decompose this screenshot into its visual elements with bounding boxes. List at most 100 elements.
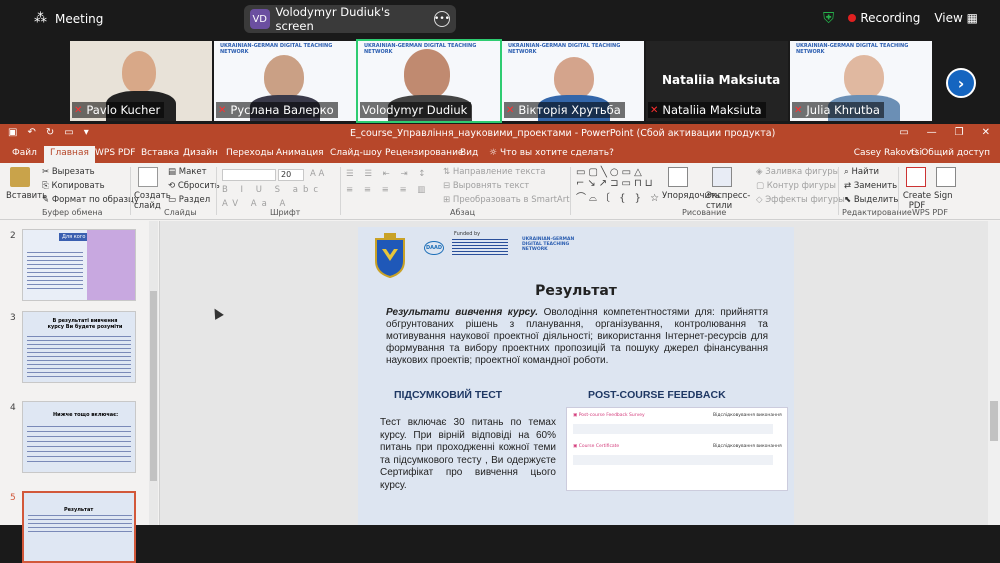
paragraph-group-label: Абзац: [450, 208, 476, 217]
next-page-button[interactable]: ›: [946, 68, 976, 98]
text-direction-button[interactable]: ⇅ Направление текста: [443, 167, 545, 177]
recording-indicator[interactable]: Recording: [848, 11, 920, 25]
tab-insert[interactable]: Вставка: [141, 148, 179, 158]
certificate-link: Course Certificate: [578, 444, 620, 449]
new-slide-icon[interactable]: [138, 167, 158, 187]
shape-fill-button[interactable]: ◈ Заливка фигуры: [756, 167, 839, 177]
font-size-input[interactable]: 20: [278, 169, 304, 181]
view-button[interactable]: View ▦: [934, 11, 978, 25]
slide-scrollbar[interactable]: [988, 221, 1000, 525]
align-text-button[interactable]: ⊟ Выровнять текст: [443, 181, 529, 191]
share-label: Volodymyr Dudiuk's screen: [275, 5, 390, 33]
redo-icon[interactable]: ↻: [46, 127, 54, 138]
pdf-icon[interactable]: [906, 167, 926, 187]
tab-wps-pdf[interactable]: WPS PDF: [95, 148, 135, 158]
participant-name: Julia Khrutba: [806, 103, 880, 117]
smartart-button[interactable]: ⊞ Преобразовать в SmartArt: [443, 195, 570, 205]
tab-animations[interactable]: Анимация: [276, 148, 324, 158]
slide-thumbnail[interactable]: Для кого цей курс: [22, 229, 136, 301]
share-label: Общий доступ: [921, 148, 990, 158]
network-logo: UKRAINIAN-GERMAN DIGITAL TEACHING NETWOR…: [522, 237, 575, 252]
minimize-icon[interactable]: —: [927, 127, 937, 138]
slide-thumbnail[interactable]: Нижче тощо включає:: [22, 401, 136, 473]
text-direction-icon: ⇅: [443, 167, 453, 177]
more-options-icon[interactable]: •••: [434, 11, 450, 27]
network-banner: UKRAINIAN-GERMAN DIGITAL TEACHING NETWOR…: [220, 43, 333, 55]
meeting-label[interactable]: ⁂ Meeting: [34, 11, 103, 26]
slide-thumbnail[interactable]: В результаті вивчення курсу Ви будете ро…: [22, 311, 136, 383]
section-label: Раздел: [178, 195, 211, 205]
save-icon[interactable]: ▣: [8, 127, 17, 138]
ribbon-options-icon[interactable]: ▭: [899, 127, 908, 138]
thumbnails-scrollbar[interactable]: [149, 221, 158, 525]
undo-icon[interactable]: ↶: [27, 127, 35, 138]
screen-share-indicator[interactable]: VD Volodymyr Dudiuk's screen •••: [244, 5, 456, 33]
replace-button[interactable]: ⇄ Заменить: [844, 181, 897, 191]
section-button[interactable]: ▭ Раздел: [168, 195, 210, 205]
arrange-icon[interactable]: [668, 167, 688, 187]
layout-button[interactable]: ▤ Макет: [168, 167, 207, 177]
slide-title: Результат: [535, 283, 617, 299]
tab-design[interactable]: Дизайн: [183, 148, 218, 158]
scrollbar-thumb[interactable]: [150, 291, 157, 481]
cursor-icon: ⬉: [844, 195, 854, 205]
shape-effects-button[interactable]: ◇ Эффекты фигуры: [756, 195, 845, 205]
copy-button[interactable]: ⎘ Копировать: [42, 181, 105, 191]
shapes-gallery[interactable]: ▭▢╲○▭△ ⌐↘↗⊐▭⊓⊔ ⌒⌓〔 { } ☆: [576, 167, 662, 204]
tab-transitions[interactable]: Переходы: [226, 148, 274, 158]
survey-link: Post-course Feedback Survey: [578, 413, 645, 418]
tab-file[interactable]: Файл: [12, 148, 37, 158]
ribbon-tabs: Файл Главная WPS PDF Вставка Дизайн Пере…: [0, 144, 1000, 163]
participant-name: Volodymyr Dudiuk: [362, 103, 468, 117]
customize-icon[interactable]: ▾: [84, 127, 89, 138]
participant-tile-active[interactable]: UKRAINIAN-GERMAN DIGITAL TEACHING NETWOR…: [356, 39, 502, 123]
paste-button[interactable]: Вставить: [6, 191, 47, 201]
participant-name-tag: ✕ Pavlo Kucher: [72, 102, 165, 118]
shape-outline-button[interactable]: ▢ Контур фигуры: [756, 181, 836, 191]
sign-button[interactable]: Sign: [934, 191, 953, 201]
find-button[interactable]: ⌕ Найти: [844, 167, 879, 177]
quick-styles-icon[interactable]: [712, 167, 732, 187]
font-grow-icon[interactable]: A A: [310, 169, 324, 179]
restore-icon[interactable]: ❐: [955, 127, 964, 138]
select-button[interactable]: ⬉ Выделить: [844, 195, 898, 205]
sharer-avatar: VD: [250, 9, 270, 29]
participant-tile[interactable]: ✕ Pavlo Kucher: [70, 41, 212, 121]
participant-name-tag: ✕ Julia Khrutba: [792, 102, 884, 118]
list-buttons[interactable]: ☰ ☰ ⇤ ⇥ ↕: [346, 169, 429, 179]
participant-big-name: Nataliia Maksiuta: [662, 73, 781, 87]
align-buttons[interactable]: ≡ ≡ ≡ ≡ ▥: [346, 185, 429, 195]
share-button[interactable]: ⚇ Общий доступ: [910, 148, 990, 158]
layout-icon: ▤: [168, 167, 179, 177]
thumbnail-title: Результат: [64, 507, 94, 513]
slideshow-icon[interactable]: ▭: [64, 127, 73, 138]
feedback-screenshot: ▣ Post-course Feedback Survey Відслідкову…: [566, 407, 788, 491]
font-format-buttons[interactable]: B I U S abc: [222, 185, 323, 195]
slide-number: 4: [10, 403, 16, 413]
tab-home[interactable]: Главная: [44, 146, 95, 163]
tell-me-box[interactable]: ☼ Что вы хотите сделать?: [489, 148, 614, 158]
participant-tile[interactable]: UKRAINIAN-GERMAN DIGITAL TEACHING NETWOR…: [214, 41, 356, 121]
cut-button[interactable]: ✂ Вырезать: [42, 167, 95, 177]
scrollbar-thumb[interactable]: [990, 401, 998, 441]
slide-thumbnail-selected[interactable]: Результат: [22, 491, 136, 563]
participant-tile[interactable]: UKRAINIAN-GERMAN DIGITAL TEACHING NETWOR…: [502, 41, 644, 121]
close-icon[interactable]: ✕: [982, 127, 990, 138]
slide-number: 3: [10, 313, 16, 323]
participant-tile[interactable]: Nataliia Maksiuta ✕ Nataliia Maksiuta: [646, 41, 788, 121]
powerpoint-window: ▣ ↶ ↻ ▭ ▾ E_course_Управління_науковими_…: [0, 124, 1000, 563]
current-slide[interactable]: Funded by DAAD UKRAINIAN-GERMAN DIGITAL …: [358, 227, 794, 525]
tab-slideshow[interactable]: Слайд-шоу: [330, 148, 382, 158]
shield-icon[interactable]: ⛨: [823, 9, 834, 27]
format-painter-button[interactable]: ✎ Формат по образцу: [42, 195, 139, 205]
new-slide-button[interactable]: Создать слайд: [134, 191, 171, 211]
participant-tile[interactable]: UKRAINIAN-GERMAN DIGITAL TEACHING NETWOR…: [790, 41, 932, 121]
participant-name: Pavlo Kucher: [86, 103, 161, 117]
tab-review[interactable]: Рецензирование: [385, 148, 463, 158]
tab-view[interactable]: Вид: [460, 148, 478, 158]
paste-icon[interactable]: [10, 167, 30, 187]
reset-button[interactable]: ⟲ Сбросить: [168, 181, 220, 191]
font-name-input[interactable]: [222, 169, 276, 181]
divider: [130, 167, 131, 215]
signature-icon[interactable]: [936, 167, 956, 187]
